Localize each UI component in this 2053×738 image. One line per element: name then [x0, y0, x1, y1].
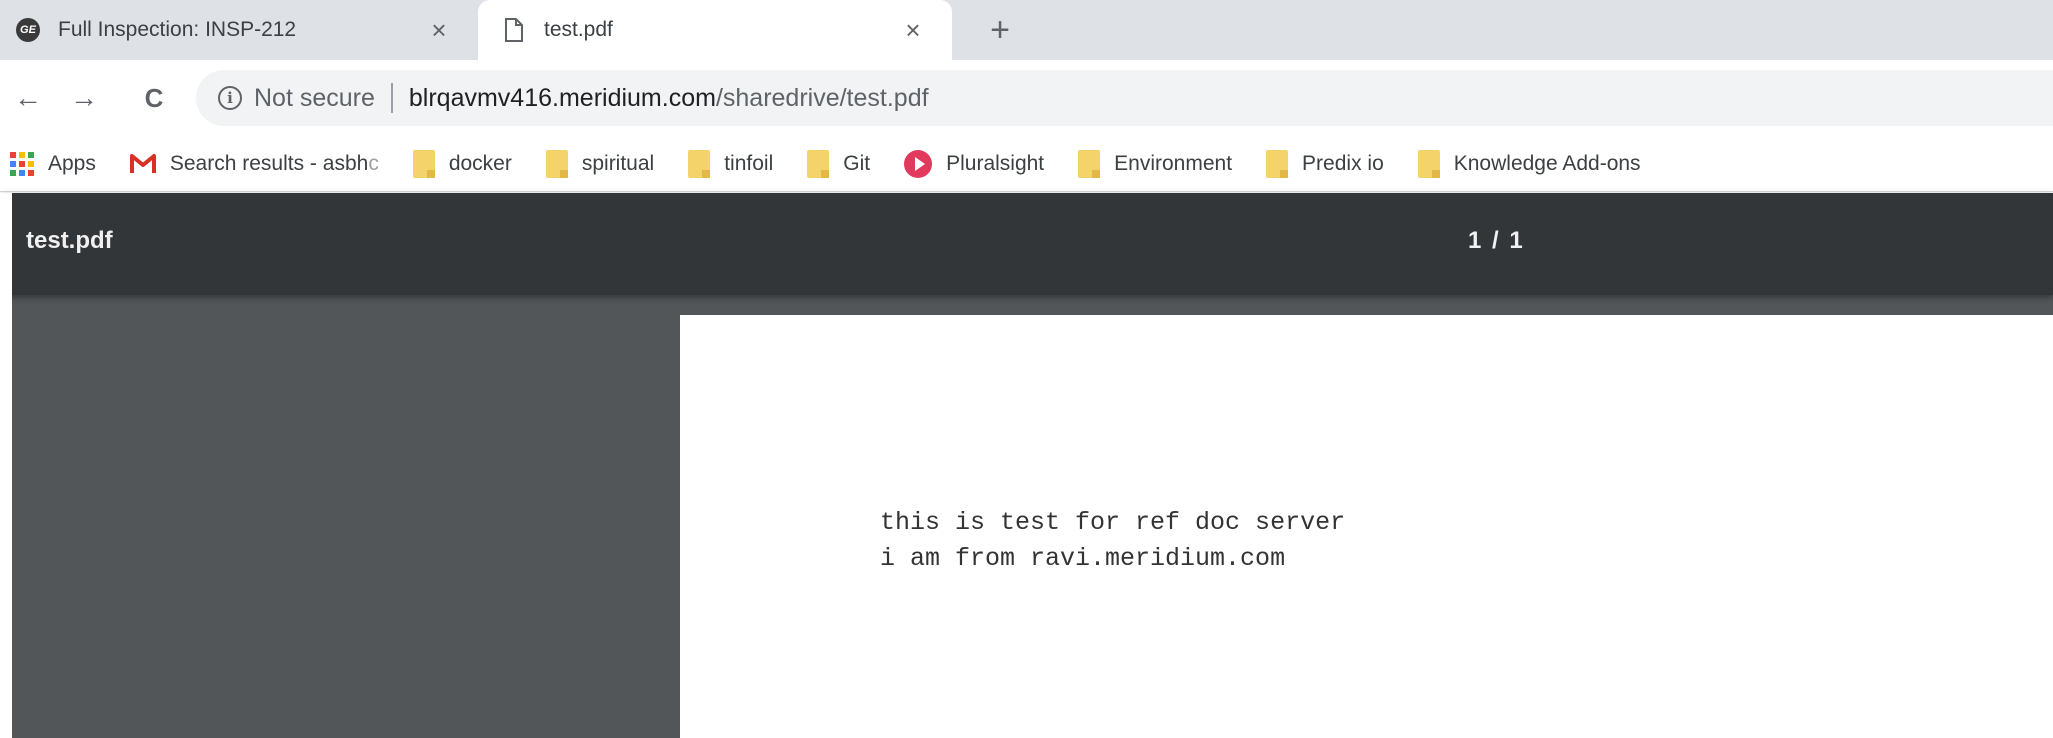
tab-full-inspection[interactable]: GE Full Inspection: INSP-212 × — [0, 0, 478, 60]
pdf-text-line: this is test for ref doc server — [880, 508, 1346, 537]
divider — [390, 83, 393, 113]
apps-grid-icon — [10, 151, 34, 176]
tab-test-pdf[interactable]: test.pdf × — [478, 0, 952, 60]
browser-toolbar: ← → C i Not secure blrqavmv416.meridium.… — [0, 60, 2053, 136]
info-icon[interactable]: i — [218, 86, 242, 110]
folder-icon — [545, 149, 568, 178]
bookmark-label: Pluralsight — [946, 151, 1045, 175]
url-host: blrqavmv416.meridium.com — [408, 83, 716, 112]
bookmark-docker[interactable]: docker — [412, 149, 512, 178]
pdf-title: test.pdf — [26, 227, 113, 254]
window-edge — [0, 193, 12, 738]
bookmark-knowledge-add-ons[interactable]: Knowledge Add-ons — [1417, 149, 1641, 178]
security-status[interactable]: Not secure — [254, 84, 375, 113]
forward-button[interactable]: → — [64, 78, 104, 118]
pdf-page-text: this is test for ref doc server i am from… — [880, 505, 1345, 577]
bookmark-pluralsight[interactable]: Pluralsight — [904, 149, 1045, 178]
bookmark-git[interactable]: Git — [807, 149, 871, 178]
bookmark-label: Knowledge Add-ons — [1453, 151, 1641, 175]
bookmark-spiritual[interactable]: spiritual — [545, 149, 655, 178]
url-path: /sharedrive/test.pdf — [715, 83, 929, 112]
bookmark-tinfoil[interactable]: tinfoil — [688, 149, 774, 178]
folder-icon — [1266, 149, 1289, 178]
bookmark-label: spiritual — [581, 151, 655, 175]
close-tab-icon[interactable]: × — [896, 13, 930, 47]
bookmark-label: tinfoil — [724, 151, 774, 175]
bookmark-label: Apps — [48, 151, 96, 175]
pluralsight-icon — [904, 149, 933, 178]
bookmark-label: Search results - asbh — [169, 151, 369, 175]
bookmark-label: Predix io — [1302, 151, 1384, 175]
back-button[interactable]: ← — [8, 78, 48, 118]
page-indicator[interactable]: 1 / 1 — [1468, 227, 1525, 255]
gmail-icon — [129, 153, 156, 175]
folder-icon — [412, 149, 435, 178]
new-tab-button[interactable]: + — [980, 10, 1020, 50]
bookmark-label: Git — [843, 151, 871, 175]
address-bar[interactable]: i Not secure blrqavmv416.meridium.com/sh… — [196, 70, 2053, 126]
pdf-text-line: i am from ravi.meridium.com — [880, 544, 1286, 573]
folder-icon — [807, 149, 830, 178]
bookmarks-bar: Apps Search results - asbh c docker spiri… — [0, 136, 2053, 192]
folder-icon — [688, 149, 711, 178]
bookmark-predix-io[interactable]: Predix io — [1266, 149, 1384, 178]
tab-strip: GE Full Inspection: INSP-212 × test.pdf … — [0, 0, 2053, 60]
ge-logo-icon: GE — [16, 18, 40, 42]
tab-title: test.pdf — [544, 18, 613, 41]
folder-icon — [1078, 149, 1101, 178]
folder-icon — [1417, 149, 1440, 178]
file-icon — [502, 18, 526, 42]
pdf-toolbar: test.pdf 1 / 1 — [0, 193, 2053, 295]
bookmark-label: docker — [448, 151, 512, 175]
tab-title: Full Inspection: INSP-212 — [58, 18, 297, 41]
bookmark-apps[interactable]: Apps — [10, 151, 96, 176]
bookmark-gmail-search[interactable]: Search results - asbh c — [129, 151, 379, 176]
reload-button[interactable]: C — [134, 78, 174, 118]
bookmark-environment[interactable]: Environment — [1078, 149, 1233, 178]
bookmark-label-overflow: c — [368, 151, 379, 175]
bookmark-label: Environment — [1114, 151, 1233, 175]
close-tab-icon[interactable]: × — [422, 13, 456, 47]
